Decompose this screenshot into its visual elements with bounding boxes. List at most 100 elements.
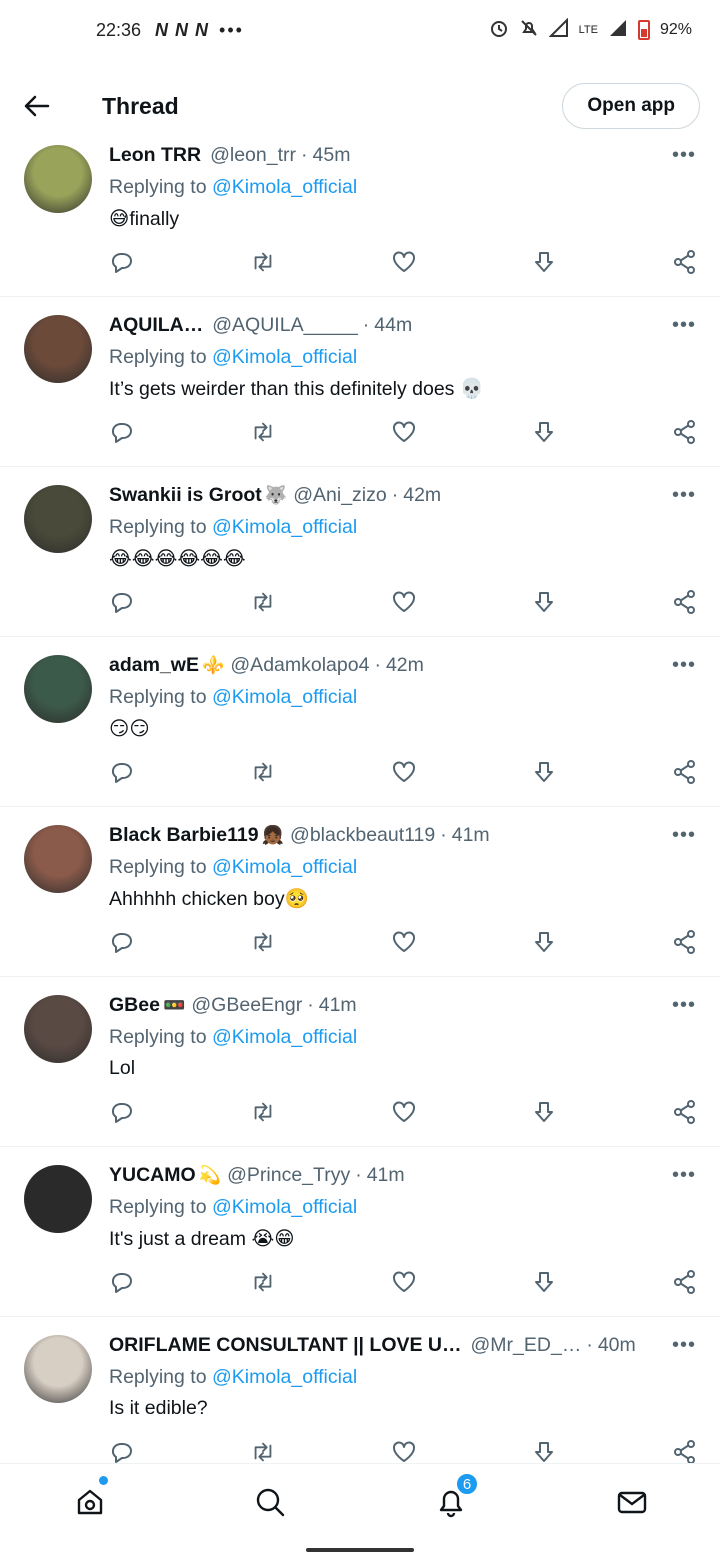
user-handle[interactable]: @leon_trr bbox=[210, 144, 296, 167]
downvote-icon[interactable] bbox=[531, 249, 557, 275]
user-handle[interactable]: @Prince_Tryy bbox=[227, 1164, 350, 1187]
retweet-icon[interactable] bbox=[250, 1439, 276, 1463]
like-heart-icon[interactable] bbox=[391, 929, 417, 955]
display-name[interactable]: YUCAMO bbox=[109, 1164, 196, 1187]
user-handle[interactable]: @GBeeEngr bbox=[191, 994, 302, 1017]
reply-item[interactable]: Leon TRR @leon_trr · 45m ••• Replying to… bbox=[0, 127, 720, 297]
mention-link[interactable]: @Kimola_official bbox=[212, 346, 357, 368]
retweet-icon[interactable] bbox=[250, 249, 276, 275]
reply-time[interactable]: 42m bbox=[386, 654, 424, 677]
reply-icon[interactable] bbox=[109, 1099, 135, 1125]
reply-icon[interactable] bbox=[109, 929, 135, 955]
retweet-icon[interactable] bbox=[250, 929, 276, 955]
user-handle[interactable]: @Adamkolapo4 bbox=[230, 654, 369, 677]
like-heart-icon[interactable] bbox=[391, 1269, 417, 1295]
display-name[interactable]: adam_wE bbox=[109, 654, 199, 677]
reply-icon[interactable] bbox=[109, 419, 135, 445]
like-heart-icon[interactable] bbox=[391, 419, 417, 445]
more-options-icon[interactable]: ••• bbox=[672, 654, 696, 676]
reply-icon[interactable] bbox=[109, 1439, 135, 1463]
reply-time[interactable]: 41m bbox=[319, 994, 357, 1017]
reply-item[interactable]: GBee 🚥 @GBeeEngr · 41m ••• Replying to @… bbox=[0, 977, 720, 1147]
downvote-icon[interactable] bbox=[531, 759, 557, 785]
downvote-icon[interactable] bbox=[531, 929, 557, 955]
reply-item[interactable]: AQUILA… @AQUILA_____ · 44m ••• Replying … bbox=[0, 297, 720, 467]
mention-link[interactable]: @Kimola_official bbox=[212, 856, 357, 878]
reply-item[interactable]: ORIFLAME CONSULTANT || LOVE U… @Mr_ED_… … bbox=[0, 1317, 720, 1463]
reply-feed[interactable]: Leon TRR @leon_trr · 45m ••• Replying to… bbox=[0, 127, 720, 1463]
reply-item[interactable]: adam_wE ⚜️ @Adamkolapo4 · 42m ••• Replyi… bbox=[0, 637, 720, 807]
user-handle[interactable]: @AQUILA_____ bbox=[212, 314, 358, 337]
share-icon[interactable] bbox=[672, 1269, 698, 1295]
share-icon[interactable] bbox=[672, 1439, 698, 1463]
share-icon[interactable] bbox=[672, 929, 698, 955]
nav-notifications-icon[interactable]: 6 bbox=[431, 1472, 479, 1522]
reply-icon[interactable] bbox=[109, 1269, 135, 1295]
downvote-icon[interactable] bbox=[531, 1099, 557, 1125]
more-options-icon[interactable]: ••• bbox=[672, 484, 696, 506]
share-icon[interactable] bbox=[672, 589, 698, 615]
more-options-icon[interactable]: ••• bbox=[672, 1164, 696, 1186]
nav-messages-icon[interactable] bbox=[612, 1482, 652, 1522]
more-options-icon[interactable]: ••• bbox=[672, 824, 696, 846]
like-heart-icon[interactable] bbox=[391, 1099, 417, 1125]
display-name[interactable]: AQUILA… bbox=[109, 314, 203, 337]
nav-search-icon[interactable] bbox=[250, 1482, 290, 1522]
downvote-icon[interactable] bbox=[531, 589, 557, 615]
reply-time[interactable]: 40m bbox=[598, 1334, 636, 1357]
nav-home-icon[interactable] bbox=[70, 1476, 110, 1522]
retweet-icon[interactable] bbox=[250, 1099, 276, 1125]
display-name[interactable]: Swankii is Groot bbox=[109, 484, 262, 507]
downvote-icon[interactable] bbox=[531, 1439, 557, 1463]
avatar[interactable] bbox=[24, 655, 92, 723]
share-icon[interactable] bbox=[672, 1099, 698, 1125]
retweet-icon[interactable] bbox=[250, 759, 276, 785]
reply-icon[interactable] bbox=[109, 249, 135, 275]
retweet-icon[interactable] bbox=[250, 1269, 276, 1295]
display-name[interactable]: Leon TRR bbox=[109, 144, 201, 167]
share-icon[interactable] bbox=[672, 249, 698, 275]
share-icon[interactable] bbox=[672, 759, 698, 785]
user-handle[interactable]: @blackbeaut119 bbox=[290, 824, 435, 847]
more-options-icon[interactable]: ••• bbox=[672, 144, 696, 166]
mention-link[interactable]: @Kimola_official bbox=[212, 1026, 357, 1048]
retweet-icon[interactable] bbox=[250, 589, 276, 615]
mention-link[interactable]: @Kimola_official bbox=[212, 516, 357, 538]
back-arrow-icon[interactable] bbox=[22, 91, 52, 121]
like-heart-icon[interactable] bbox=[391, 589, 417, 615]
reply-icon[interactable] bbox=[109, 589, 135, 615]
display-name[interactable]: Black Barbie119 bbox=[109, 824, 259, 847]
reply-time[interactable]: 42m bbox=[403, 484, 441, 507]
reply-item[interactable]: Black Barbie119 👧🏾 @blackbeaut119 · 41m … bbox=[0, 807, 720, 977]
mention-link[interactable]: @Kimola_official bbox=[212, 1196, 357, 1218]
home-indicator[interactable] bbox=[306, 1548, 414, 1552]
more-options-icon[interactable]: ••• bbox=[672, 994, 696, 1016]
display-name[interactable]: GBee bbox=[109, 994, 160, 1017]
downvote-icon[interactable] bbox=[531, 1269, 557, 1295]
avatar[interactable] bbox=[24, 1165, 92, 1233]
open-app-button[interactable]: Open app bbox=[562, 83, 700, 129]
reply-time[interactable]: 44m bbox=[374, 314, 412, 337]
like-heart-icon[interactable] bbox=[391, 1439, 417, 1463]
display-name[interactable]: ORIFLAME CONSULTANT || LOVE U… bbox=[109, 1334, 462, 1357]
avatar[interactable] bbox=[24, 825, 92, 893]
reply-time[interactable]: 41m bbox=[452, 824, 490, 847]
user-handle[interactable]: @Ani_zizo bbox=[293, 484, 387, 507]
reply-icon[interactable] bbox=[109, 759, 135, 785]
reply-item[interactable]: YUCAMO 💫 @Prince_Tryy · 41m ••• Replying… bbox=[0, 1147, 720, 1317]
avatar[interactable] bbox=[24, 145, 92, 213]
retweet-icon[interactable] bbox=[250, 419, 276, 445]
user-handle[interactable]: @Mr_ED_… bbox=[471, 1334, 582, 1357]
downvote-icon[interactable] bbox=[531, 419, 557, 445]
like-heart-icon[interactable] bbox=[391, 249, 417, 275]
share-icon[interactable] bbox=[672, 419, 698, 445]
avatar[interactable] bbox=[24, 315, 92, 383]
avatar[interactable] bbox=[24, 485, 92, 553]
reply-item[interactable]: Swankii is Groot 🐺 @Ani_zizo · 42m ••• R… bbox=[0, 467, 720, 637]
more-options-icon[interactable]: ••• bbox=[672, 314, 696, 336]
avatar[interactable] bbox=[24, 995, 92, 1063]
more-options-icon[interactable]: ••• bbox=[672, 1334, 696, 1356]
mention-link[interactable]: @Kimola_official bbox=[212, 176, 357, 198]
mention-link[interactable]: @Kimola_official bbox=[212, 686, 357, 708]
reply-time[interactable]: 45m bbox=[313, 144, 351, 167]
